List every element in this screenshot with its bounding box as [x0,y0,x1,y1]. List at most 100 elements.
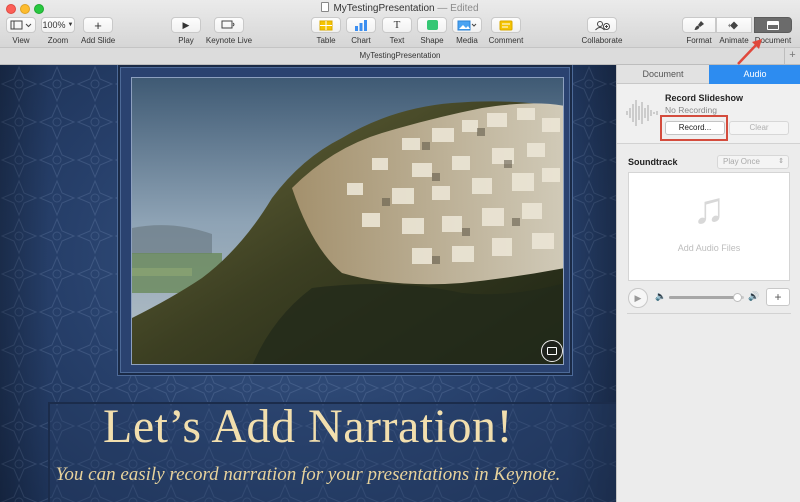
hillside-village-image [132,78,563,364]
shape-label: Shape [420,36,444,45]
add-audio-files-label: Add Audio Files [677,243,741,253]
document-tab[interactable]: MyTestingPresentation [360,51,441,60]
zoom-select[interactable]: 100% ▼ [41,17,75,33]
chevron-updown-icon: ⇕ [778,158,784,165]
slide-subtitle[interactable]: You can easily record narration for your… [0,464,616,486]
document-button[interactable]: Document [752,17,794,45]
view-label: View [12,36,30,45]
volume-slider[interactable] [669,293,744,302]
record-slideshow-title: Record Slideshow [665,93,744,103]
format-label: Format [686,36,712,45]
slide-canvas[interactable]: Let’s Add Narration! You can easily reco… [0,65,616,502]
comment-label: Comment [488,36,524,45]
collaborate-button-face[interactable] [587,17,617,33]
tab-audio[interactable]: Audio [709,65,800,84]
collaborate-button[interactable]: Collaborate [580,17,624,45]
slide-photo[interactable] [131,77,564,365]
soundtrack-mode-select[interactable]: Play Once ⇕ [717,155,789,169]
text-button[interactable]: T Text [382,17,412,45]
animate-icon [728,21,738,29]
chart-button-face[interactable] [346,17,376,33]
animate-button-face[interactable] [716,17,752,33]
zoom-value: 100% [42,20,66,30]
plus-icon: + [94,17,102,33]
tab-document[interactable]: Document [617,65,709,84]
chevron-down-icon: ▼ [67,22,74,28]
keynote-window: MyTestingPresentation — Edited View 100%… [0,0,800,502]
soundtrack-mode-value: Play Once [723,157,760,166]
section-divider [627,313,791,314]
edited-status: — Edited [437,3,479,14]
document-inspector: Document Audio Record Slideshow No Recor… [616,65,800,502]
chart-icon [355,19,367,31]
window-toolbar: MyTestingPresentation — Edited View 100%… [0,0,800,48]
add-slide-button-face[interactable]: + [83,17,113,33]
new-tab-button[interactable]: + [784,48,800,64]
zoom-button[interactable]: 100% ▼ Zoom [41,17,75,45]
document-panel-icon [767,20,779,30]
add-audio-button[interactable]: + [766,288,790,306]
media-label: Media [456,36,478,45]
recording-status: No Recording [665,105,717,115]
comment-button-face[interactable] [491,17,521,33]
waveform-icon [626,100,658,126]
shape-button[interactable]: Shape [417,17,447,45]
soundtrack-label: Soundtrack [628,157,678,167]
table-label: Table [316,36,336,45]
volume-high-icon: 🔊 [748,291,760,301]
add-slide-button[interactable]: + Add Slide [81,17,115,45]
comment-button[interactable]: Comment [488,17,524,45]
add-slide-label: Add Slide [81,36,116,45]
play-icon: ▶ [182,19,190,30]
document-icon [321,2,330,12]
play-button-face[interactable]: ▶ [171,17,201,33]
comment-icon [499,20,513,30]
record-button-highlight [660,115,728,141]
document-button-face[interactable] [754,17,792,33]
text-button-face[interactable]: T [382,17,412,33]
table-button-face[interactable] [311,17,341,33]
window-title: MyTestingPresentation — Edited [0,2,800,14]
format-button[interactable]: Format [682,17,716,45]
play-button[interactable]: ▶ Play [171,17,201,45]
table-icon [319,20,333,30]
document-tab-bar: MyTestingPresentation + [0,48,800,65]
text-icon: T [393,18,401,31]
media-icon [457,20,477,30]
view-icon [10,20,32,30]
keynote-live-icon [221,20,235,29]
play-label: Play [178,36,194,45]
keynote-live-button-face[interactable] [214,17,244,33]
chart-button[interactable]: Chart [346,17,376,45]
view-button-face[interactable] [6,17,36,33]
clear-button[interactable]: Clear [729,121,789,135]
window-title-text: MyTestingPresentation [333,3,435,14]
image-icon [547,347,557,355]
collaborate-icon [595,20,610,30]
view-button[interactable]: View [6,17,36,45]
collaborate-label: Collaborate [581,36,623,45]
volume-slider-knob[interactable] [732,293,742,302]
inspector-tabs: Document Audio [617,65,800,84]
record-slideshow-section: Record Slideshow No Recording Record... … [617,84,800,144]
media-button-face[interactable] [452,17,482,33]
zoom-label: Zoom [47,36,69,45]
animate-button[interactable]: Animate [716,17,752,45]
keynote-live-button[interactable]: Keynote Live [205,17,253,45]
music-note-icon: ♫ [692,184,726,233]
slide-title[interactable]: Let’s Add Narration! [0,399,616,454]
keynote-live-label: Keynote Live [205,36,253,45]
paintbrush-icon [694,20,704,30]
chart-label: Chart [351,36,371,45]
shape-button-face[interactable] [417,17,447,33]
replace-image-button[interactable] [541,340,563,362]
volume-slider-fill [669,296,737,299]
text-label: Text [389,36,405,45]
audio-drop-zone[interactable]: ♫ Add Audio Files [628,172,790,281]
shape-icon [426,20,438,30]
table-button[interactable]: Table [311,17,341,45]
document-label: Document [754,36,792,45]
media-button[interactable]: Media [452,17,482,45]
soundtrack-play-button[interactable]: ▶ [628,288,648,308]
format-button-face[interactable] [682,17,716,33]
